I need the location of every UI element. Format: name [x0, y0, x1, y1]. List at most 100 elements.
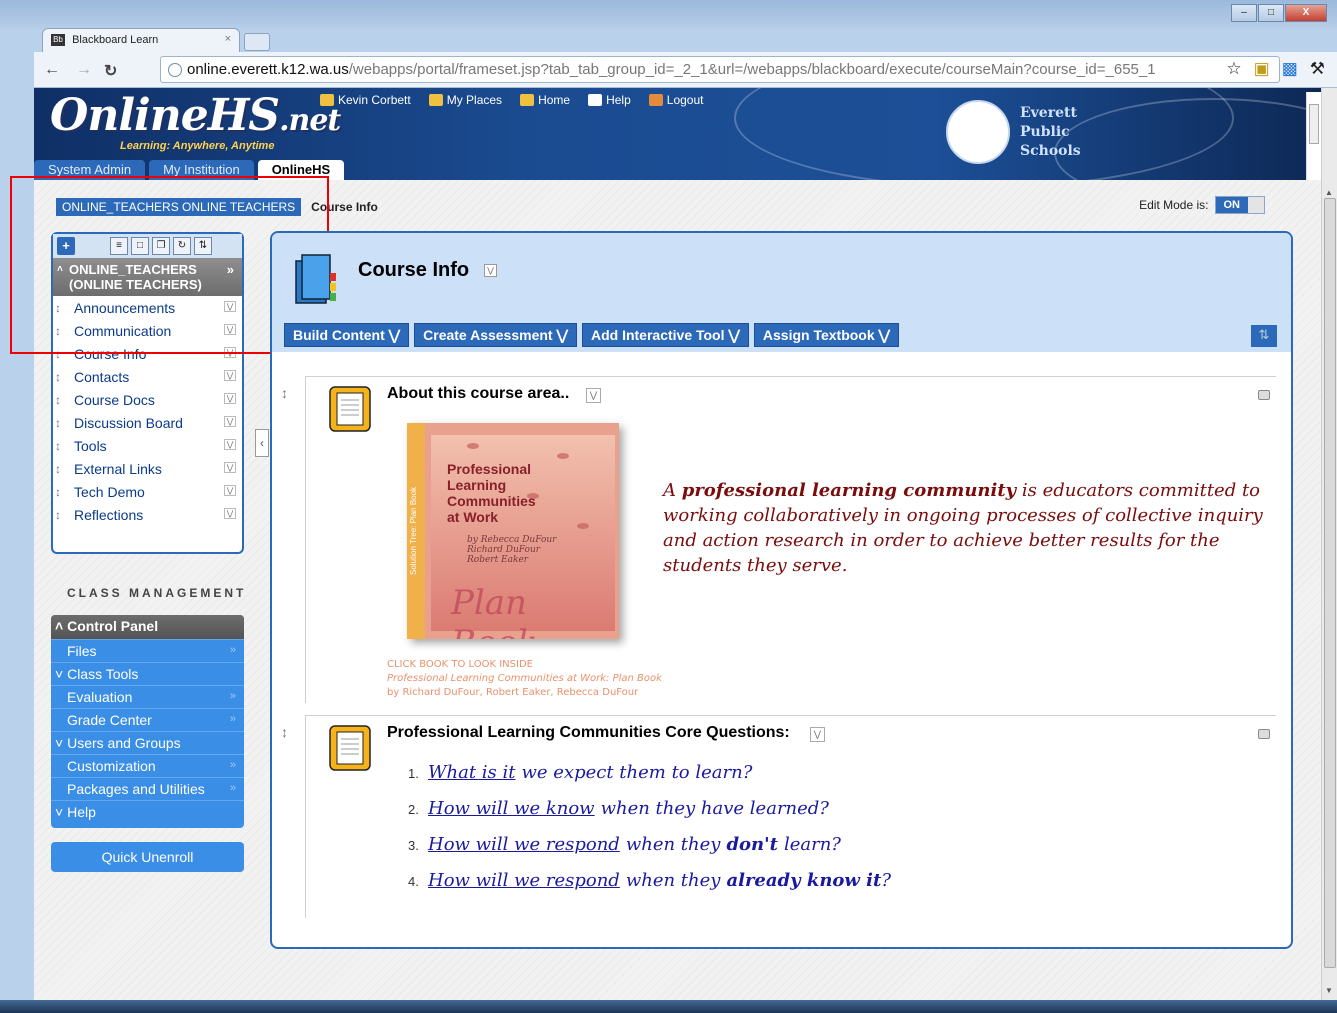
notebook-icon — [329, 725, 371, 771]
wrench-icon[interactable]: ⚒ — [1310, 59, 1325, 79]
user-link-logout[interactable]: Logout — [648, 93, 703, 107]
cp-item-files[interactable]: Files » — [51, 639, 244, 662]
user-link-home[interactable]: Home — [520, 93, 570, 107]
drag-handle-icon[interactable]: ↕ — [55, 462, 65, 476]
notebook-icon — [329, 386, 371, 432]
chevron-down-icon[interactable]: ⋁ — [224, 462, 236, 473]
menu-item-course-docs[interactable]: ↕ Course Docs ⋁ — [53, 388, 242, 411]
close-tab-icon[interactable]: × — [225, 33, 231, 45]
cp-item-help[interactable]: ˅ Help — [51, 800, 244, 823]
home-icon — [520, 94, 535, 106]
cp-item-evaluation[interactable]: Evaluation » — [51, 685, 244, 708]
chevron-down-icon[interactable]: ⋁ — [810, 727, 825, 742]
menu-item-contacts[interactable]: ↕ Contacts ⋁ — [53, 365, 242, 388]
collapse-icon: ˄ — [55, 618, 64, 634]
user-link-profile[interactable]: Kevin Corbett — [320, 93, 411, 107]
chevron-down-icon[interactable]: ⋁ — [224, 508, 236, 519]
minimize-button[interactable]: – — [1231, 4, 1257, 22]
scroll-down-icon[interactable]: ▼ — [1325, 986, 1333, 995]
cp-item-customization[interactable]: Customization » — [51, 754, 244, 777]
page-scrollbar[interactable]: ▲ ▼ — [1321, 88, 1337, 1000]
build-content-button[interactable]: Build Content ⋁ — [284, 323, 410, 347]
drag-handle-icon[interactable]: ↕ — [281, 724, 288, 740]
quick-unenroll-button[interactable]: Quick Unenroll — [51, 842, 244, 872]
user-link-label: Help — [606, 93, 631, 107]
menu-item-discussion-board[interactable]: ↕ Discussion Board ⋁ — [53, 411, 242, 434]
question-link[interactable]: How will we respond — [428, 834, 620, 855]
drag-handle-icon[interactable]: ↕ — [55, 370, 65, 384]
question-link[interactable]: What is it — [428, 762, 516, 783]
question-text: when they — [625, 834, 721, 855]
drag-handle-icon[interactable]: ↕ — [281, 385, 288, 401]
chevron-down-icon[interactable]: ⋁ — [224, 393, 236, 404]
question-link[interactable]: How will we respond — [428, 870, 620, 891]
reload-icon[interactable]: ↻ — [104, 61, 117, 81]
cp-item-label: Files — [67, 643, 97, 659]
reorder-icon[interactable]: ⇅ — [1251, 325, 1277, 347]
drag-handle-icon[interactable]: ↕ — [55, 508, 65, 522]
drag-handle-icon[interactable]: ↕ — [55, 439, 65, 453]
control-panel-header[interactable]: ˄ Control Panel — [51, 615, 244, 639]
extension-clip-icon[interactable]: ▣ — [1254, 59, 1270, 79]
item-title: About this course area.. — [387, 385, 570, 402]
chevron-down-icon[interactable]: ⋁ — [224, 416, 236, 427]
new-tab-button[interactable] — [244, 33, 270, 51]
assign-textbook-button[interactable]: Assign Textbook ⋁ — [753, 323, 900, 347]
chevron-down-icon[interactable]: ⋁ — [224, 370, 236, 381]
question-link[interactable]: How will we know — [428, 798, 595, 819]
menu-item-label: Tech Demo — [74, 483, 145, 500]
chevron-down-icon[interactable]: ⋁ — [224, 439, 236, 450]
blackboard-favicon-icon: Bb — [51, 34, 65, 47]
header-scrollbar-thumb[interactable] — [1309, 104, 1319, 144]
user-link-my-places[interactable]: My Places — [428, 93, 502, 107]
question-number: 1. — [408, 766, 419, 781]
scroll-up-icon[interactable]: ▲ — [1325, 188, 1333, 197]
menu-item-reflections[interactable]: ↕ Reflections ⋁ — [53, 503, 242, 526]
add-interactive-tool-button[interactable]: Add Interactive Tool ⋁ — [581, 323, 749, 347]
action-label: Create Assessment — [423, 327, 553, 343]
drag-handle-icon[interactable]: ↕ — [55, 416, 65, 430]
browser-tab[interactable]: Bb Blackboard Learn × — [42, 28, 240, 52]
cp-item-grade-center[interactable]: Grade Center » — [51, 708, 244, 731]
tab-title: Blackboard Learn — [72, 34, 159, 46]
chevron-right-icon: » — [229, 713, 236, 725]
minimize-item-icon[interactable] — [1258, 390, 1270, 400]
drag-handle-icon[interactable]: ↕ — [55, 485, 65, 499]
question-text: when they — [625, 870, 721, 891]
plan-book-cover[interactable]: Solution Tree: Plan Book Professional Le… — [407, 423, 619, 639]
collapse-menu-tab[interactable]: ‹ — [255, 429, 269, 457]
address-bar[interactable]: online.everett.k12.wa.us/webapps/portal/… — [160, 56, 1280, 83]
chevron-down-icon[interactable]: ⋁ — [484, 264, 497, 277]
maximize-button[interactable]: □ — [1258, 4, 1284, 22]
action-bar: Build Content ⋁ Create Assessment ⋁ Add … — [284, 323, 900, 347]
browser-toolbar: ← → ↻ online.everett.k12.wa.us/webapps/p… — [34, 52, 1337, 88]
scrollbar-thumb[interactable] — [1324, 198, 1336, 968]
cp-item-class-tools[interactable]: ˅ Class Tools — [51, 662, 244, 685]
chevron-down-icon[interactable]: ⋁ — [224, 485, 236, 496]
book-caption-click[interactable]: CLICK BOOK TO LOOK INSIDE — [387, 659, 533, 670]
forward-arrow-icon[interactable]: → — [76, 61, 92, 79]
menu-item-tech-demo[interactable]: ↕ Tech Demo ⋁ — [53, 480, 242, 503]
menu-item-external-links[interactable]: ↕ External Links ⋁ — [53, 457, 242, 480]
chevron-down-icon[interactable]: ⋁ — [586, 388, 601, 403]
edit-mode-toggle[interactable]: ON — [1214, 196, 1265, 214]
action-label: Add Interactive Tool — [590, 327, 725, 343]
header-frame-scrollbar[interactable] — [1306, 92, 1321, 180]
user-nav: Kevin Corbett My Places Home Help Logout — [320, 93, 703, 107]
minimize-item-icon[interactable] — [1258, 729, 1270, 739]
user-link-help[interactable]: Help — [588, 93, 631, 107]
tagline: Learning: Anywhere, Anytime — [120, 140, 275, 152]
extension-d-icon[interactable]: ▩ — [1282, 59, 1298, 79]
district-line: Everett — [1020, 104, 1077, 121]
bird-decoration — [557, 453, 569, 459]
back-arrow-icon[interactable]: ← — [44, 61, 60, 79]
drag-handle-icon[interactable]: ↕ — [55, 393, 65, 407]
cp-item-packages-utilities[interactable]: Packages and Utilities » — [51, 777, 244, 800]
star-bookmark-icon[interactable]: ☆ — [1226, 59, 1241, 79]
menu-item-tools[interactable]: ↕ Tools ⋁ — [53, 434, 242, 457]
create-assessment-button[interactable]: Create Assessment ⋁ — [414, 323, 577, 347]
plc-definition-quote: A professional learning community is edu… — [663, 478, 1283, 578]
close-window-button[interactable]: X — [1285, 4, 1327, 22]
cp-item-users-and-groups[interactable]: ˅ Users and Groups — [51, 731, 244, 754]
browser-window: – □ X Bb Blackboard Learn × ← → ↻ online… — [0, 0, 1337, 1013]
